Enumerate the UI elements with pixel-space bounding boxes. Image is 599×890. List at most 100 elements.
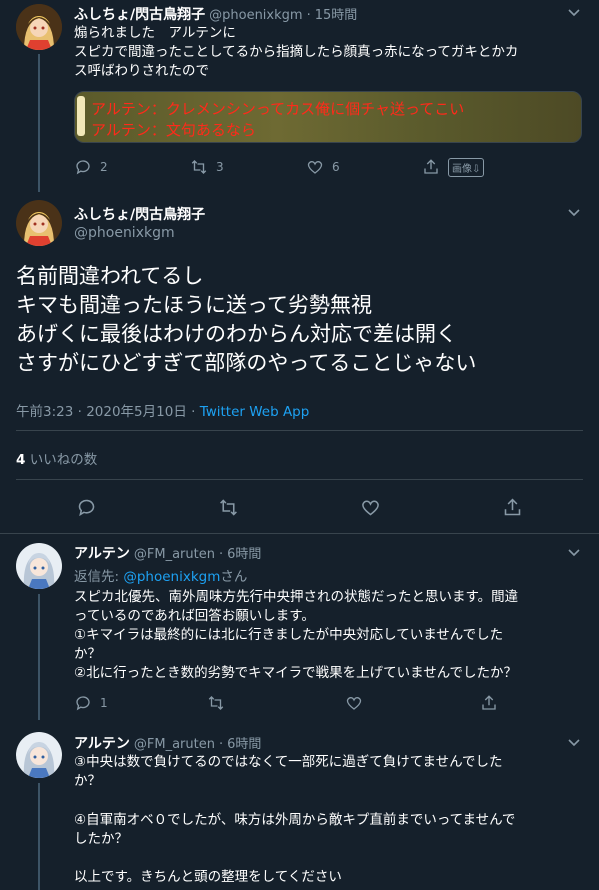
heart-icon	[307, 160, 323, 174]
reply-icon	[78, 499, 95, 517]
reply2-line: ③中央は数で負けてるのではなくて一部死に過ぎて負けてませんでした	[74, 754, 503, 770]
divider	[0, 533, 599, 534]
avatar-image	[16, 4, 62, 50]
reply-icon	[76, 160, 90, 175]
likes-label: いいねの数	[29, 452, 98, 468]
share-icon	[424, 159, 438, 174]
image-download-button[interactable]: 画像⇩	[448, 158, 485, 177]
retweet-icon	[191, 160, 207, 174]
thread-line	[38, 54, 40, 192]
reply2-line: 以上です。きちんと頭の整理をしてください	[74, 869, 342, 886]
main-like-button[interactable]	[360, 497, 381, 518]
main-author-name[interactable]: ふしちょ/閃古鳥翔子	[74, 204, 205, 224]
tweet1-header: ふしちょ/閃古鳥翔子 @phoenixkgm · 15時間	[74, 4, 574, 24]
avatar-aruten[interactable]	[16, 543, 62, 589]
reply1-line: か？	[74, 646, 101, 662]
heart-icon	[362, 500, 379, 516]
main-line: さすがにひどすぎて部隊のやってることじゃない	[16, 351, 477, 375]
thread-line	[38, 783, 40, 890]
tweet1-like-button[interactable]: 6	[306, 158, 340, 176]
tweet1-reply-count: 2	[100, 160, 108, 174]
reply2-author-handle[interactable]: @FM_aruten	[134, 737, 215, 752]
main-line: あげくに最後はわけのわからん対応で差は開く	[16, 322, 457, 346]
reply2-time[interactable]: 6時間	[227, 733, 261, 752]
reply2-line	[74, 849, 589, 868]
reply2-line: したか？	[74, 830, 128, 847]
tweet1-author-name[interactable]: ふしちょ/閃古鳥翔子	[74, 4, 205, 24]
divider	[16, 430, 583, 431]
reply2-menu-chevron-icon[interactable]	[568, 736, 580, 750]
reply2-author-name[interactable]: アルテン	[74, 733, 130, 753]
main-reply-button[interactable]	[76, 497, 97, 518]
avatar-image	[16, 200, 62, 246]
reply1-line: っているのであれば回答お願いします。	[74, 608, 315, 624]
main-author-handle[interactable]: @phoenixkgm	[74, 225, 175, 241]
divider	[16, 479, 583, 480]
reply2-header: アルテン @FM_aruten · 6時間	[74, 733, 261, 753]
main-tweet-meta: 午前3:23 · 2020年5月10日 · Twitter Web App	[16, 400, 309, 420]
main-share-button[interactable]	[502, 497, 523, 518]
image-chat-line: アルテン：文句あるなら	[91, 121, 256, 139]
main-line: 名前間違われてるし	[16, 264, 204, 288]
retweet-icon	[208, 696, 224, 710]
main-retweet-button[interactable]	[218, 497, 239, 518]
thread-line	[38, 594, 40, 720]
tweet1-like-count: 6	[332, 160, 340, 174]
main-menu-chevron-icon[interactable]	[568, 206, 580, 220]
likes-count: 4	[16, 452, 26, 468]
separator-dot: ·	[306, 8, 311, 23]
main-line: キマも間違ったほうに送って劣勢無視	[16, 293, 372, 317]
reply1-author-handle[interactable]: @FM_aruten	[134, 547, 215, 562]
avatar-aruten[interactable]	[16, 732, 62, 778]
reply1-line: ①キマイラは最終的には北に行きましたが中央対応していませんでした	[74, 627, 504, 643]
tweet1-time[interactable]: 15時間	[315, 4, 358, 23]
tweet1-reply-button[interactable]: 2	[74, 158, 108, 176]
reply-to-prefix: 返信先:	[74, 569, 124, 585]
reply1-menu-chevron-icon[interactable]	[568, 546, 580, 560]
reply1-author-name[interactable]: アルテン	[74, 543, 130, 563]
tweet1-image[interactable]: アルテン：クレメンシンってカス俺に個チャ送ってこい アルテン：文句あるなら	[74, 91, 582, 143]
tweet1-author-handle[interactable]: @phoenixkgm	[209, 8, 302, 23]
main-tweet-client[interactable]: Twitter Web App	[200, 404, 310, 420]
image-scroll-handle	[77, 96, 85, 136]
reply2-text: ③中央は数で負けてるのではなくて一部死に過ぎて負けてませんでした か？ ④自軍南…	[74, 753, 589, 887]
reply1-share-button[interactable]	[480, 694, 498, 712]
separator-dot: ·	[218, 737, 224, 752]
tweet1-share-button[interactable]	[422, 158, 440, 176]
tweet1-line: ス呼ばわりされたので	[74, 63, 209, 79]
avatar-image	[16, 732, 62, 778]
reply2-line	[74, 792, 589, 811]
reply2-line: か？	[74, 773, 101, 790]
reply1-reply-count: 1	[100, 696, 108, 710]
reply1-header: アルテン @FM_aruten · 6時間	[74, 543, 261, 563]
reply1-text: スピカ北優先、南外周味方先行中央押されの状態だったと思います。間違 っているので…	[74, 588, 589, 683]
tweet1-line: スピカで間違ったことしてるから指摘したら顔真っ赤になってガキとかカ	[74, 44, 519, 60]
separator-dot: ·	[218, 547, 224, 562]
image-chat-line: アルテン：クレメンシンってカス俺に個チャ送ってこい	[91, 100, 465, 118]
heart-icon	[346, 696, 362, 710]
reply-to-handle[interactable]: @phoenixkgm	[123, 569, 220, 585]
reply1-reply-button[interactable]: 1	[74, 694, 108, 712]
tweet1-text: 煽られました アルテンに スピカで間違ったことしてるから指摘したら顔真っ赤になっ…	[74, 24, 589, 81]
tweet1-menu-chevron-icon[interactable]	[568, 6, 580, 20]
reply-icon	[76, 696, 90, 711]
avatar-phoenixkgm[interactable]	[16, 4, 62, 50]
reply-to-suffix: さん	[220, 569, 248, 585]
main-tweet-text: 名前間違われてるし キマも間違ったほうに送って劣勢無視 あげくに最後はわけのわか…	[16, 262, 586, 378]
avatar-phoenixkgm[interactable]	[16, 200, 62, 246]
reply2-line: ④自軍南オベ０でしたが、味方は外周から敵キプ直前までいってませんで	[74, 811, 516, 828]
reply1-reply-to: 返信先: @phoenixkgmさん	[74, 565, 247, 585]
likes-summary[interactable]: 4 いいねの数	[16, 448, 97, 468]
reply1-retweet-button[interactable]	[207, 694, 225, 712]
share-icon	[504, 498, 521, 516]
main-tweet-timestamp[interactable]: 午前3:23 · 2020年5月10日 ·	[16, 404, 200, 420]
avatar-image	[16, 543, 62, 589]
reply1-line: ②北に行ったとき数的劣勢でキマイラで戦果を上げていませんでしたか？	[74, 665, 518, 681]
reply1-time[interactable]: 6時間	[227, 543, 261, 562]
tweet1-retweet-button[interactable]: 3	[190, 158, 224, 176]
tweet1-retweet-count: 3	[216, 160, 224, 174]
reply1-like-button[interactable]	[345, 694, 363, 712]
share-icon	[482, 695, 496, 710]
reply1-line: スピカ北優先、南外周味方先行中央押されの状態だったと思います。間違	[74, 589, 519, 605]
retweet-icon	[220, 499, 237, 516]
